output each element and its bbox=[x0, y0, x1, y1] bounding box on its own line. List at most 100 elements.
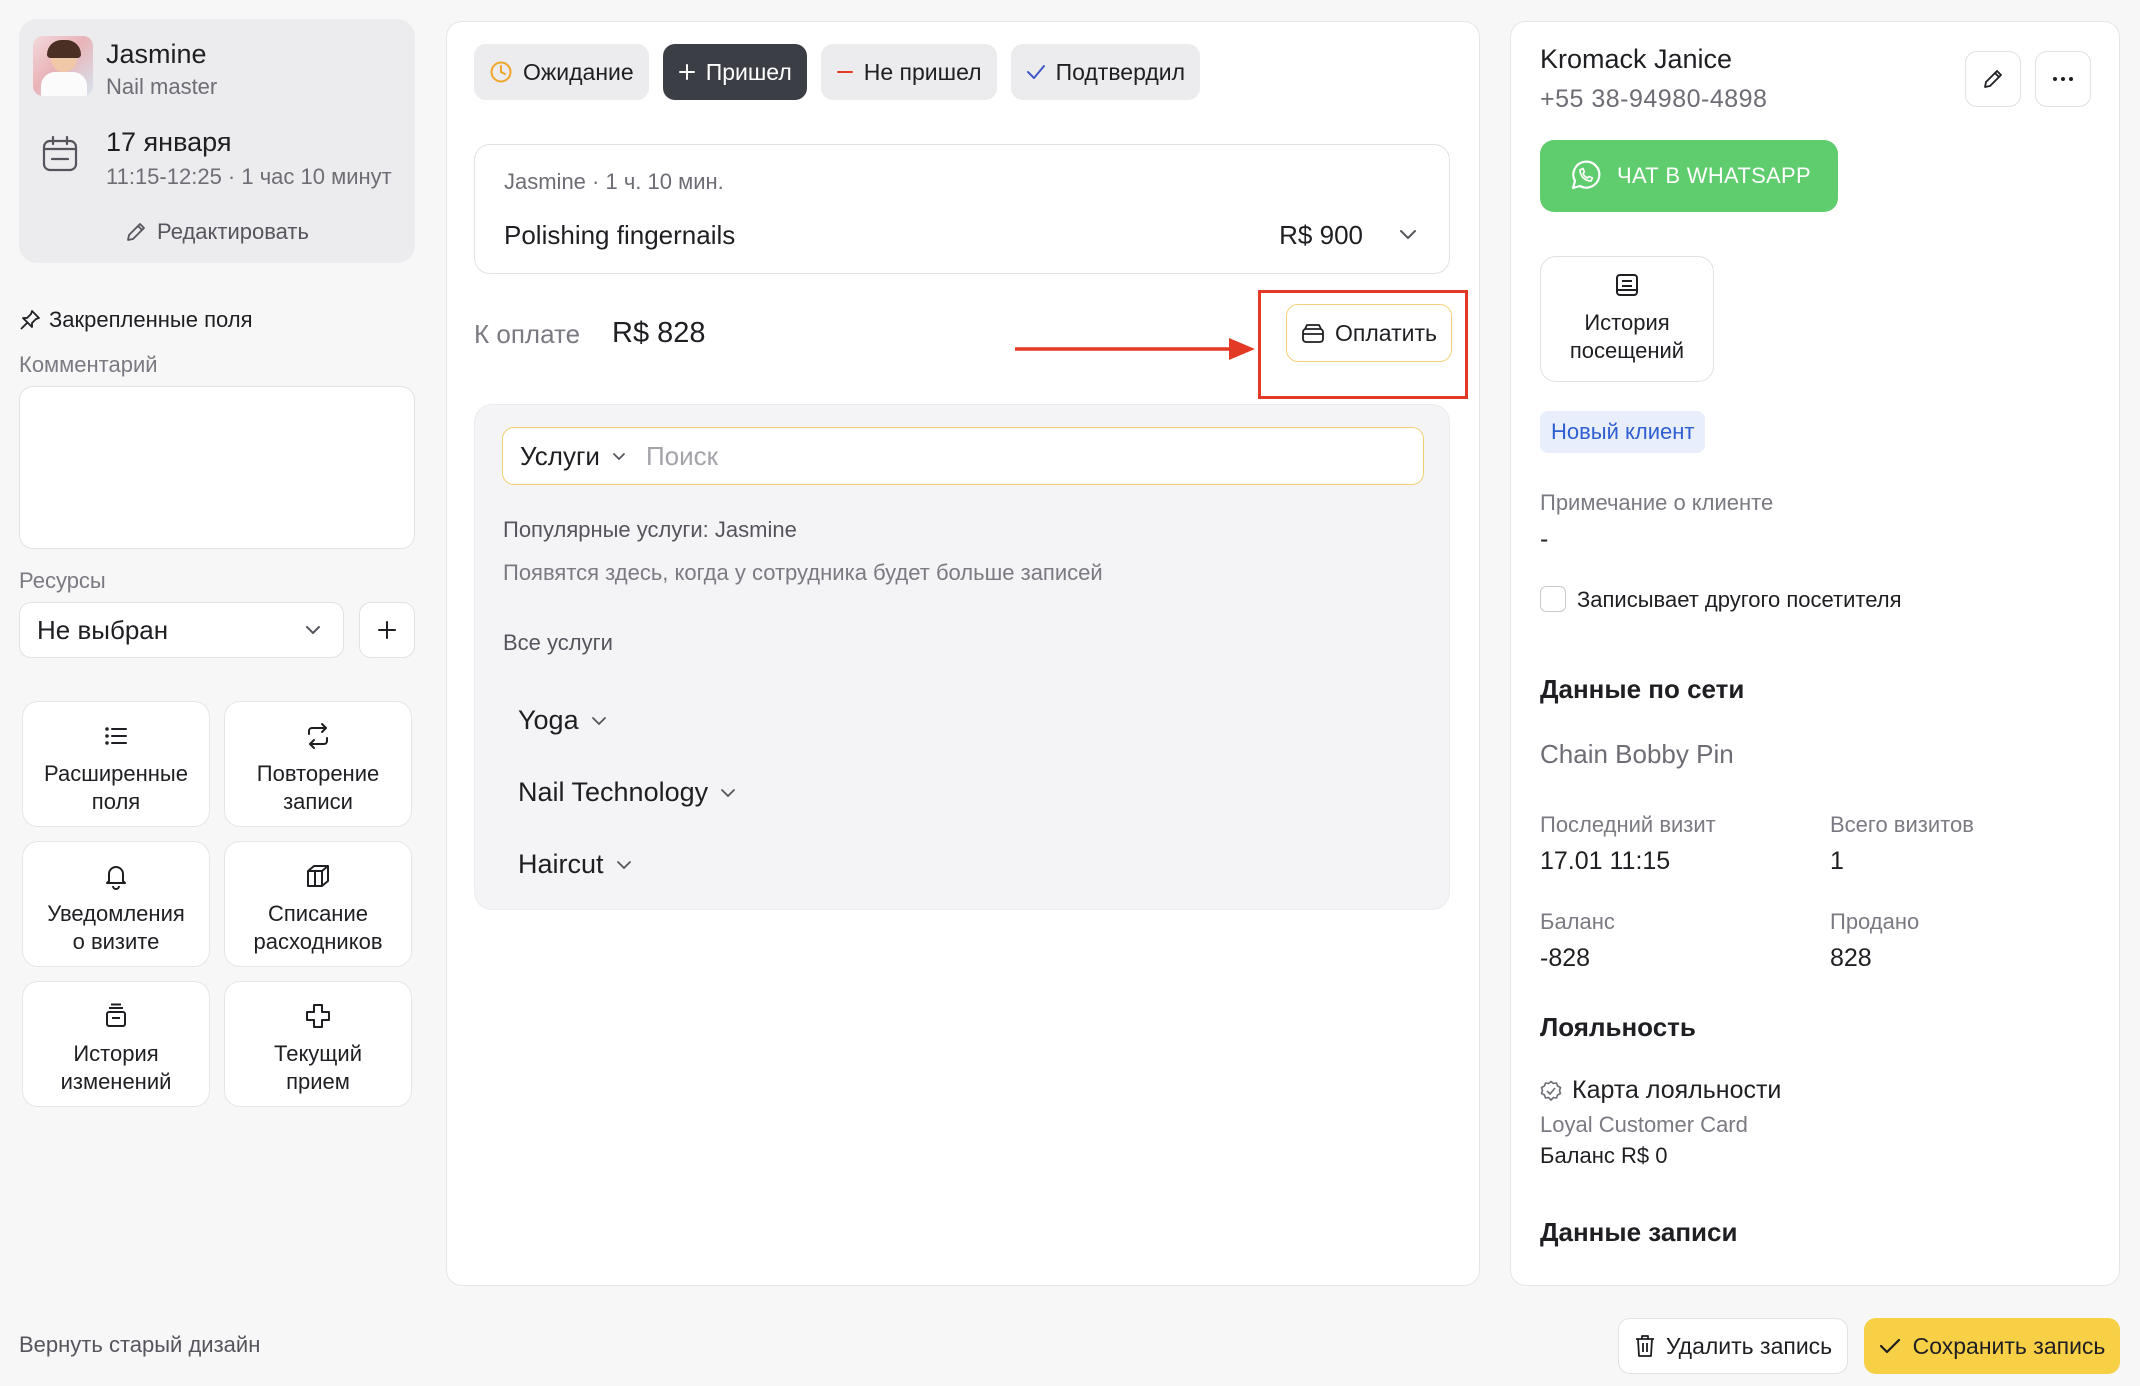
plus-icon bbox=[378, 621, 396, 639]
delete-label: Удалить запись bbox=[1665, 1332, 1833, 1359]
medical-cross-icon bbox=[306, 1004, 330, 1028]
pay-button[interactable]: Оплатить bbox=[1286, 304, 1452, 362]
restore-old-design-link[interactable]: Вернуть старый дизайн bbox=[19, 1332, 260, 1358]
pay-label: Оплатить bbox=[1335, 319, 1437, 346]
inbox-icon bbox=[1616, 274, 1638, 296]
total-visits-value: 1 bbox=[1830, 847, 1844, 875]
master-role: Nail master bbox=[106, 74, 218, 99]
loyalty-card-title: Карта лояльности bbox=[1572, 1076, 1782, 1104]
pencil-icon bbox=[1984, 70, 2002, 88]
add-resource-button[interactable] bbox=[359, 602, 415, 658]
calendar-icon bbox=[42, 135, 78, 172]
extended-fields-tile[interactable]: Расширенные поля bbox=[22, 701, 210, 827]
status-label: Ожидание bbox=[523, 58, 634, 85]
loyalty-card-name: Loyal Customer Card bbox=[1540, 1112, 1748, 1137]
sold-label: Продано bbox=[1830, 909, 1920, 934]
pin-icon bbox=[20, 310, 40, 330]
balance-value: -828 bbox=[1540, 944, 1591, 972]
visit-history-tile[interactable]: История посещений bbox=[1540, 256, 1714, 382]
tile-label: Расширенные поля bbox=[44, 761, 188, 814]
badge-check-icon bbox=[1540, 1080, 1562, 1101]
last-visit-value: 17.01 11:15 bbox=[1540, 847, 1671, 875]
whatsapp-icon bbox=[1571, 160, 1601, 190]
delete-record-button[interactable]: Удалить запись bbox=[1618, 1318, 1848, 1374]
record-data-title: Данные записи bbox=[1540, 1217, 1738, 1247]
clock-icon bbox=[490, 61, 512, 83]
comment-label: Комментарий bbox=[19, 352, 158, 377]
left-column: Jasmine Nail master 17 января 11:15-12:2… bbox=[19, 19, 415, 1107]
action-tiles: Расширенные поля Повторение записи Уведо… bbox=[22, 701, 412, 1107]
visit-history-label: История посещений bbox=[1569, 310, 1685, 363]
tile-label: Списание расходников bbox=[253, 901, 383, 954]
status-label: Подтвердил bbox=[1055, 58, 1186, 85]
total-visits-label: Всего визитов bbox=[1830, 812, 1974, 837]
list-icon bbox=[105, 727, 127, 745]
whatsapp-chat-button[interactable]: ЧАТ В WHATSAPP bbox=[1540, 140, 1838, 212]
status-label: Не пришел bbox=[863, 58, 982, 85]
appointment-date: 17 января bbox=[106, 127, 232, 157]
chevron-down-icon bbox=[613, 452, 625, 460]
box-icon bbox=[307, 865, 329, 887]
save-label: Сохранить запись bbox=[1912, 1332, 2106, 1359]
current-visit-tile[interactable]: Текущий прием bbox=[224, 981, 412, 1107]
search-input[interactable]: Поиск bbox=[646, 441, 718, 472]
trash-icon bbox=[1635, 1335, 1654, 1357]
pencil-icon bbox=[127, 223, 145, 241]
loyalty-card-balance: Баланс R$ 0 bbox=[1540, 1143, 1668, 1168]
repeat-icon bbox=[308, 723, 328, 749]
loyalty-card-row: Карта лояльности bbox=[1540, 1076, 1781, 1105]
category-haircut[interactable]: Haircut bbox=[518, 849, 632, 880]
chevron-down-icon[interactable] bbox=[1399, 229, 1417, 240]
resources-select[interactable]: Не выбран bbox=[19, 602, 344, 658]
avatar bbox=[33, 36, 93, 96]
category-label: Haircut bbox=[518, 849, 604, 879]
service-search-bar[interactable]: Услуги Поиск bbox=[502, 427, 1424, 485]
category-dropdown[interactable]: Услуги bbox=[520, 441, 600, 472]
status-buttons: Ожидание Пришел Не пришел Подтвердил bbox=[474, 44, 1201, 100]
chain-name: Chain Bobby Pin bbox=[1540, 739, 1734, 769]
status-label: Пришел bbox=[705, 58, 792, 85]
comment-textarea[interactable] bbox=[19, 386, 415, 549]
edit-client-button[interactable] bbox=[1965, 51, 2021, 107]
minus-icon bbox=[836, 71, 853, 73]
status-no-show-button[interactable]: Не пришел bbox=[820, 44, 997, 100]
consumables-writeoff-tile[interactable]: Списание расходников bbox=[224, 841, 412, 967]
status-confirmed-button[interactable]: Подтвердил bbox=[1010, 44, 1201, 100]
client-phone: +55 38-94980-4898 bbox=[1540, 85, 1768, 113]
to-pay-amount: R$ 828 bbox=[612, 317, 706, 349]
to-pay-label: К оплате bbox=[474, 319, 581, 349]
status-waiting-button[interactable]: Ожидание bbox=[474, 44, 649, 100]
client-panel: Kromack Janice +55 38-94980-4898 ЧАТ В W… bbox=[1510, 21, 2120, 1286]
bell-icon bbox=[106, 866, 126, 890]
services-picker: Услуги Поиск Популярные услуги: Jasmine … bbox=[474, 404, 1450, 910]
service-name: Polishing fingernails bbox=[504, 220, 736, 250]
save-record-button[interactable]: Сохранить запись bbox=[1864, 1318, 2120, 1374]
category-yoga[interactable]: Yoga bbox=[518, 705, 607, 736]
popular-services-title: Популярные услуги: Jasmine bbox=[503, 517, 797, 542]
appointment-time: 11:15-12:25 · 1 час 10 минут bbox=[106, 164, 392, 189]
history-icon bbox=[106, 1003, 126, 1027]
category-label: Yoga bbox=[518, 705, 579, 735]
popular-services-hint: Появятся здесь, когда у сотрудника будет… bbox=[503, 560, 1103, 585]
chevron-down-icon bbox=[591, 716, 606, 725]
other-visitor-checkbox[interactable] bbox=[1540, 586, 1566, 612]
pinned-fields-title: Закрепленные поля bbox=[19, 307, 252, 333]
change-history-tile[interactable]: История изменений bbox=[22, 981, 210, 1107]
client-note-label: Примечание о клиенте bbox=[1540, 490, 1774, 515]
service-card[interactable]: Jasmine · 1 ч. 10 мин. Polishing fingern… bbox=[474, 144, 1450, 274]
service-meta: Jasmine · 1 ч. 10 мин. bbox=[504, 169, 724, 194]
tile-label: Уведомления о визите bbox=[47, 901, 185, 954]
pinned-fields-label: Закрепленные поля bbox=[49, 307, 253, 332]
edit-appointment-button[interactable]: Редактировать bbox=[19, 219, 415, 245]
status-arrived-button[interactable]: Пришел bbox=[662, 44, 807, 100]
check-icon bbox=[1026, 65, 1045, 79]
edit-label: Редактировать bbox=[157, 219, 309, 244]
repeat-appointment-tile[interactable]: Повторение записи bbox=[224, 701, 412, 827]
more-options-button[interactable] bbox=[2035, 51, 2091, 107]
network-data-title: Данные по сети bbox=[1540, 674, 1745, 704]
category-nail-technology[interactable]: Nail Technology bbox=[518, 777, 736, 808]
visit-notifications-tile[interactable]: Уведомления о визите bbox=[22, 841, 210, 967]
tile-label: Текущий прием bbox=[274, 1041, 362, 1094]
chevron-down-icon bbox=[721, 788, 736, 797]
annotation-arrow-icon bbox=[1015, 338, 1255, 360]
